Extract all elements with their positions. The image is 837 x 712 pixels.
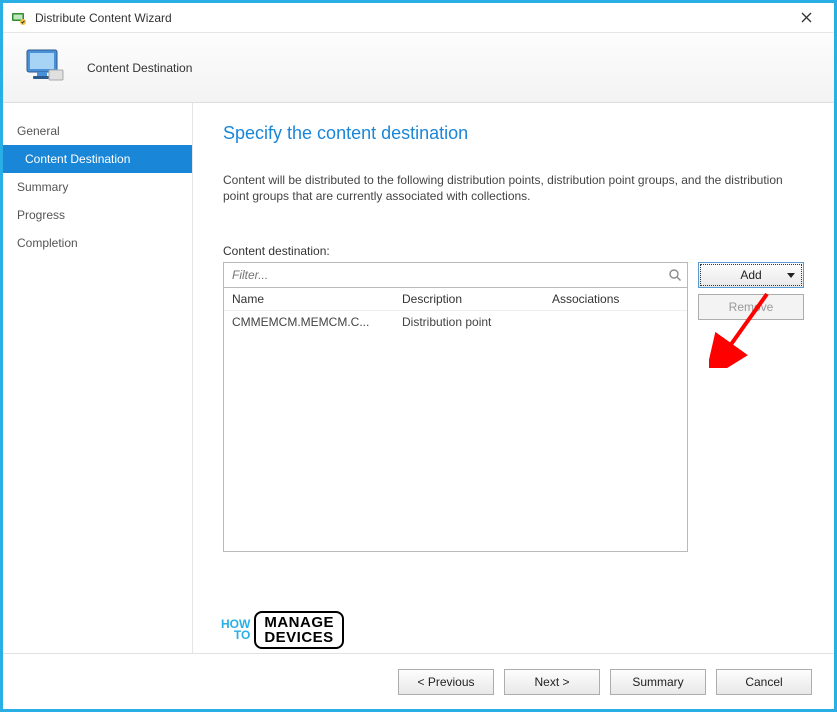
titlebar: Distribute Content Wizard	[3, 3, 834, 33]
monitor-icon	[21, 44, 69, 92]
grid-row[interactable]: CMMEMCM.MEMCM.C... Distribution point	[224, 311, 687, 333]
cancel-button-label: Cancel	[745, 675, 782, 689]
cell-name: CMMEMCM.MEMCM.C...	[232, 315, 402, 329]
remove-button-label: Remove	[729, 300, 774, 314]
search-icon	[667, 267, 683, 283]
cell-associations	[552, 315, 679, 329]
remove-button: Remove	[698, 294, 804, 320]
summary-button-label: Summary	[632, 675, 683, 689]
wizard-nav: General Content Destination Summary Prog…	[3, 103, 193, 653]
cell-description: Distribution point	[402, 315, 552, 329]
next-button-label: Next >	[534, 675, 569, 689]
watermark-devices: DEVICES	[264, 630, 334, 645]
nav-item-content-destination[interactable]: Content Destination	[3, 145, 192, 173]
destination-grid[interactable]: Name Description Associations CMMEMCM.ME…	[223, 288, 688, 552]
nav-item-completion[interactable]: Completion	[3, 229, 192, 257]
destination-area: Name Description Associations CMMEMCM.ME…	[223, 262, 804, 552]
wizard-window: Distribute Content Wizard Content Destin…	[0, 0, 837, 712]
filter-input[interactable]	[230, 267, 667, 283]
nav-item-general[interactable]: General	[3, 117, 192, 145]
watermark-logo: HOW TO MANAGE DEVICES	[221, 611, 344, 649]
window-title: Distribute Content Wizard	[35, 11, 786, 25]
previous-button[interactable]: < Previous	[398, 669, 494, 695]
page-description: Content will be distributed to the follo…	[223, 172, 783, 204]
wizard-footer: < Previous Next > Summary Cancel	[3, 653, 834, 709]
close-icon	[801, 12, 812, 23]
filter-input-wrap[interactable]	[223, 262, 688, 288]
grid-header: Name Description Associations	[224, 288, 687, 311]
header-title: Content Destination	[87, 61, 192, 75]
watermark-to: TO	[221, 630, 250, 641]
nav-item-progress[interactable]: Progress	[3, 201, 192, 229]
cancel-button[interactable]: Cancel	[716, 669, 812, 695]
watermark-manage: MANAGE	[264, 615, 334, 630]
close-button[interactable]	[786, 4, 826, 32]
summary-button[interactable]: Summary	[610, 669, 706, 695]
add-button-label: Add	[740, 268, 761, 282]
col-header-name[interactable]: Name	[232, 292, 402, 306]
add-button[interactable]: Add	[698, 262, 804, 288]
page-heading: Specify the content destination	[223, 123, 804, 144]
col-header-description[interactable]: Description	[402, 292, 552, 306]
next-button[interactable]: Next >	[504, 669, 600, 695]
col-header-associations[interactable]: Associations	[552, 292, 679, 306]
content-destination-label: Content destination:	[223, 244, 804, 258]
wizard-header: Content Destination	[3, 33, 834, 103]
wizard-content: Specify the content destination Content …	[193, 103, 834, 653]
nav-item-summary[interactable]: Summary	[3, 173, 192, 201]
app-icon	[11, 10, 27, 26]
wizard-body: General Content Destination Summary Prog…	[3, 103, 834, 653]
chevron-down-icon	[787, 273, 795, 278]
previous-button-label: < Previous	[417, 675, 474, 689]
